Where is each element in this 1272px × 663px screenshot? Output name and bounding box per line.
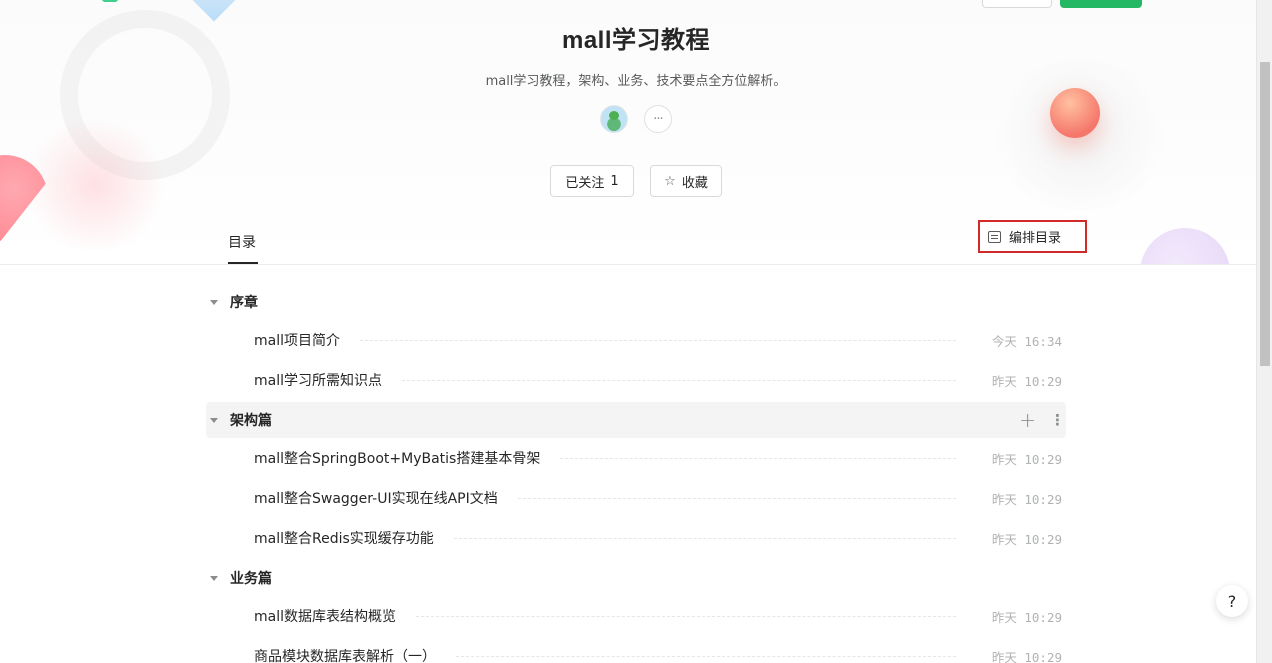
doc-title[interactable]: mall整合SpringBoot+MyBatis搭建基本骨架 xyxy=(254,448,560,468)
toc-doc-row[interactable]: mall数据库表结构概览 昨天 10:29 xyxy=(206,596,1066,636)
arrange-toc-button[interactable]: 编排目录 xyxy=(978,220,1087,253)
vertical-scrollbar[interactable] xyxy=(1256,0,1272,663)
list-icon xyxy=(988,230,1001,243)
header-primary-button[interactable] xyxy=(1060,0,1142,8)
section-title: 架构篇 xyxy=(230,413,272,429)
dashed-leader xyxy=(453,537,956,539)
toc-section[interactable]: 架构篇 + ⋮ xyxy=(206,402,1066,438)
follow-label: 已关注 xyxy=(565,175,605,191)
toc-list: 序章 mall项目简介 今天 16:34 mall学习所需知识点 昨天 10:2… xyxy=(206,282,1066,663)
dashed-leader xyxy=(560,457,956,459)
book-description: mall学习教程，架构、业务、技术要点全方位解析。 xyxy=(485,74,787,89)
avatar[interactable] xyxy=(600,105,628,133)
star-icon: ☆ xyxy=(664,173,676,189)
book-title: mall学习教程 xyxy=(561,27,711,54)
toc-doc-row[interactable]: 商品模块数据库表解析（一） 昨天 10:29 xyxy=(206,636,1066,663)
section-actions: + ⋮ xyxy=(1019,402,1065,438)
dashed-leader xyxy=(456,655,956,657)
doc-title[interactable]: mall学习所需知识点 xyxy=(254,370,402,390)
dashed-leader xyxy=(416,615,956,617)
doc-title[interactable]: mall数据库表结构概览 xyxy=(254,606,416,626)
doc-date: 昨天 10:29 xyxy=(991,649,1062,663)
header-secondary-button[interactable] xyxy=(982,0,1052,8)
section-title: 业务篇 xyxy=(230,571,272,587)
doc-date: 昨天 10:29 xyxy=(991,609,1062,625)
book-header: mall学习教程 mall学习教程，架构、业务、技术要点全方位解析。 ··· 已… xyxy=(0,0,1256,265)
section-title: 序章 xyxy=(230,295,258,311)
page: mall学习教程 mall学习教程，架构、业务、技术要点全方位解析。 ··· 已… xyxy=(0,0,1256,663)
dashed-leader xyxy=(517,497,956,499)
doc-title[interactable]: 商品模块数据库表解析（一） xyxy=(254,646,456,663)
caret-down-icon[interactable] xyxy=(210,575,218,581)
toc-doc-row[interactable]: mall整合Swagger-UI实现在线API文档 昨天 10:29 xyxy=(206,478,1066,518)
doc-title[interactable]: mall项目简介 xyxy=(254,330,360,350)
follow-button[interactable]: 已关注 1 xyxy=(550,165,634,197)
collect-label: 收藏 xyxy=(681,175,708,191)
vertical-dots-icon[interactable]: ⋮ xyxy=(1050,412,1065,428)
follow-count: 1 xyxy=(610,173,619,189)
plus-icon[interactable]: + xyxy=(1019,410,1036,430)
doc-date: 昨天 10:29 xyxy=(991,373,1062,389)
caret-down-icon[interactable] xyxy=(210,417,218,423)
doc-date: 昨天 10:29 xyxy=(991,451,1062,467)
doc-title[interactable]: mall整合Redis实现缓存功能 xyxy=(254,528,454,548)
more-members-button[interactable]: ··· xyxy=(644,105,672,133)
toc-doc-row[interactable]: mall学习所需知识点 昨天 10:29 xyxy=(206,360,1066,400)
doc-title[interactable]: mall整合Swagger-UI实现在线API文档 xyxy=(254,488,518,508)
doc-date: 昨天 10:29 xyxy=(991,491,1062,507)
dashed-leader xyxy=(360,339,956,341)
toc-section[interactable]: 序章 xyxy=(206,284,1066,320)
toc-doc-row[interactable]: mall整合Redis实现缓存功能 昨天 10:29 xyxy=(206,518,1066,558)
dashed-leader xyxy=(402,379,956,381)
decorative-orb xyxy=(1050,88,1100,138)
tab-toc[interactable]: 目录 xyxy=(228,232,256,262)
scrollbar-thumb[interactable] xyxy=(1260,62,1270,366)
decorative-diamond xyxy=(188,0,240,22)
decorative-green-mark xyxy=(102,0,118,2)
decorative-purple-circle xyxy=(1140,228,1230,265)
toc-doc-row[interactable]: mall整合SpringBoot+MyBatis搭建基本骨架 昨天 10:29 xyxy=(206,438,1066,478)
tabs-divider xyxy=(0,264,1256,265)
toc-section[interactable]: 业务篇 xyxy=(206,560,1066,596)
doc-date: 昨天 10:29 xyxy=(991,531,1062,547)
help-icon[interactable]: ? xyxy=(1216,585,1248,617)
toc-doc-row[interactable]: mall项目简介 今天 16:34 xyxy=(206,320,1066,360)
collect-button[interactable]: ☆ 收藏 xyxy=(650,165,722,197)
arrange-toc-label: 编排目录 xyxy=(1009,231,1062,246)
caret-down-icon[interactable] xyxy=(210,299,218,305)
doc-date: 今天 16:34 xyxy=(991,333,1062,349)
